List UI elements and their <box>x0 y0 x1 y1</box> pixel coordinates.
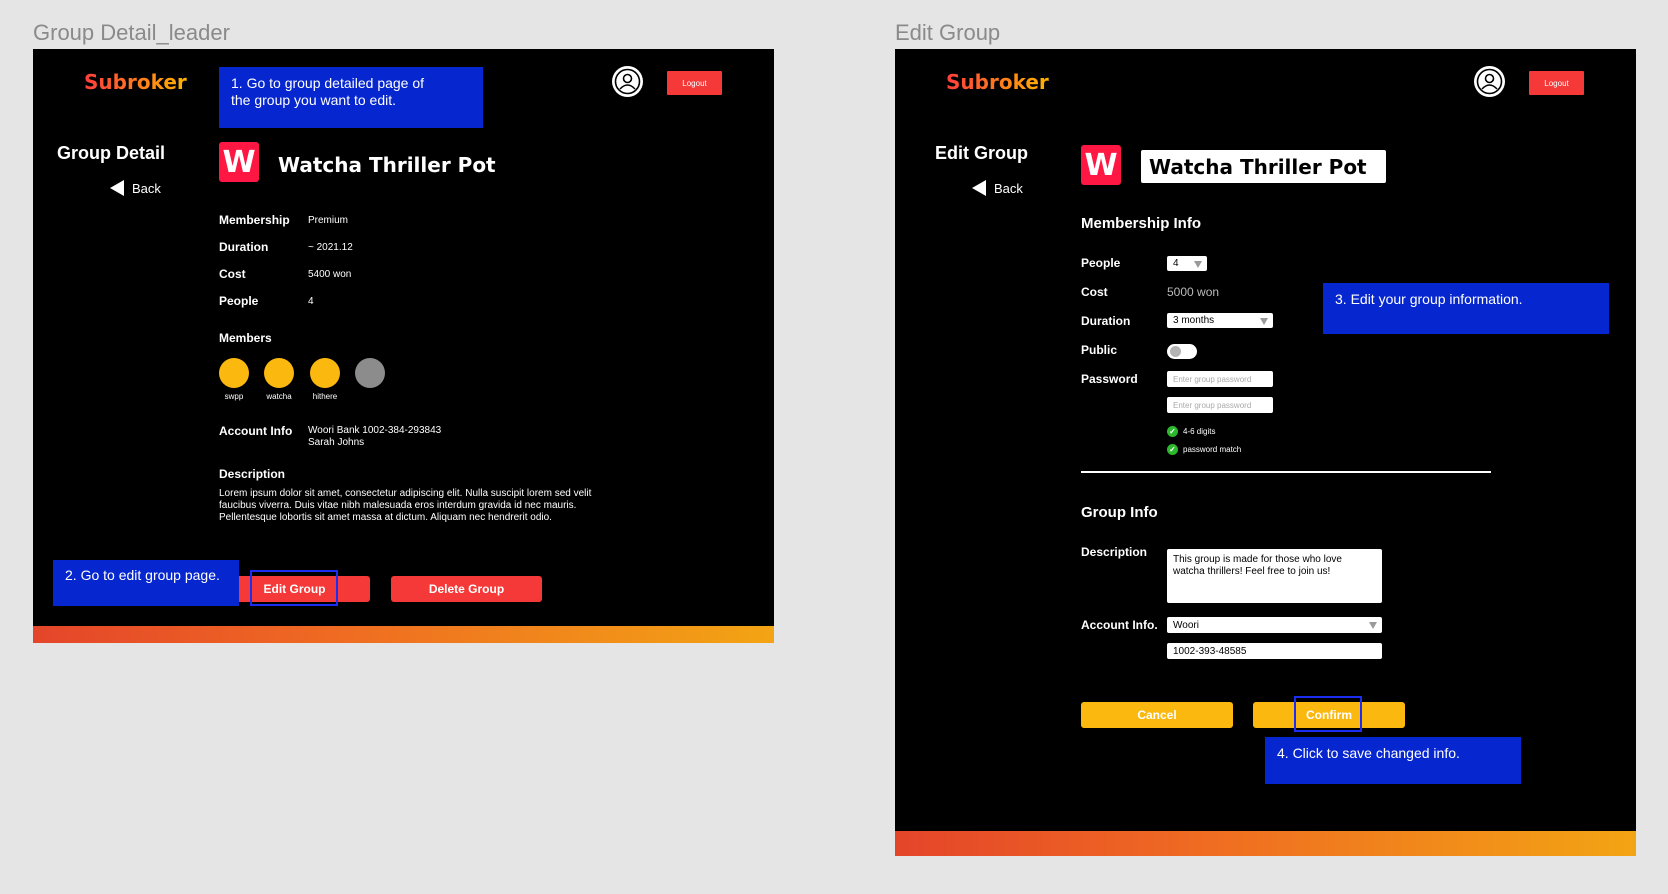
account-info-label: Account Info. <box>1081 618 1158 632</box>
chevron-down-icon <box>1260 317 1268 325</box>
group-detail-frame: Subroker Logout Group Detail Back W Watc… <box>33 49 774 643</box>
tutorial-note-1: 1. Go to group detailed page of the grou… <box>219 67 483 128</box>
page-title: Group Detail <box>57 143 166 163</box>
edit-group-highlight <box>250 570 338 606</box>
member-avatar[interactable] <box>310 358 340 388</box>
back-label: Back <box>132 180 161 196</box>
people-select[interactable]: 4 <box>1167 256 1207 271</box>
back-button[interactable]: Back <box>110 180 161 196</box>
edit-group-frame: Subroker Logout Edit Group Back W Watcha… <box>895 49 1636 856</box>
frame-title-edit-group: Edit Group <box>895 20 1001 45</box>
page-title: Edit Group <box>935 143 1028 163</box>
group-name-input[interactable]: Watcha Thriller Pot <box>1141 150 1386 183</box>
membership-label: Membership <box>219 213 290 227</box>
logo[interactable]: Subroker <box>946 70 1049 94</box>
password-rule-digits: ✓ 4-6 digits <box>1167 426 1215 437</box>
watcha-app-icon: W <box>219 142 259 182</box>
account-holder: Sarah Johns <box>308 437 365 448</box>
password-input[interactable]: Enter group password <box>1167 371 1273 387</box>
public-toggle[interactable] <box>1167 344 1197 359</box>
description-label: Description <box>219 467 286 481</box>
duration-select-value: 3 months <box>1173 315 1215 326</box>
password-rule-match-label: password match <box>1183 445 1242 454</box>
password-confirm-input[interactable]: Enter group password <box>1167 397 1273 413</box>
profile-icon[interactable] <box>1474 66 1505 97</box>
check-icon: ✓ <box>1167 444 1178 455</box>
check-icon: ✓ <box>1167 426 1178 437</box>
account-bank-number: Woori Bank 1002-384-293843 <box>308 425 442 436</box>
logout-button[interactable]: Logout <box>667 71 722 95</box>
duration-select[interactable]: 3 months <box>1167 313 1273 328</box>
member-name: hithere <box>312 392 338 401</box>
account-info-label: Account Info <box>219 424 293 438</box>
section-divider <box>1081 471 1491 473</box>
footer-gradient-bar <box>895 831 1636 856</box>
toggle-knob <box>1170 346 1181 357</box>
profile-icon[interactable] <box>612 66 643 97</box>
membership-value: Premium <box>308 215 349 226</box>
people-value: 4 <box>308 296 314 307</box>
group-info-heading: Group Info <box>1081 504 1158 521</box>
chevron-down-icon <box>1369 622 1377 629</box>
frame-title-group-detail: Group Detail_leader <box>33 20 230 45</box>
member-avatar[interactable] <box>219 358 249 388</box>
group-name: Watcha Thriller Pot <box>278 153 496 177</box>
delete-group-button[interactable]: Delete Group <box>391 576 542 602</box>
description-label: Description <box>1081 545 1148 559</box>
member-avatar[interactable] <box>264 358 294 388</box>
back-arrow-icon <box>972 180 986 196</box>
public-label: Public <box>1081 343 1118 357</box>
footer-gradient-bar <box>33 626 774 643</box>
tutorial-note-2: 2. Go to edit group page. <box>53 560 239 606</box>
member-avatar-empty[interactable] <box>355 358 385 388</box>
logout-button[interactable]: Logout <box>1529 71 1584 95</box>
cost-value: 5000 won <box>1167 285 1220 299</box>
account-number-input[interactable]: 1002-393-48585 <box>1167 643 1382 659</box>
back-arrow-icon <box>110 180 124 196</box>
description-text: Lorem ipsum dolor sit amet, consectetur … <box>219 488 592 523</box>
back-label: Back <box>994 180 1023 196</box>
tutorial-note-4: 4. Click to save changed info. <box>1265 737 1521 784</box>
password-rule-match: ✓ password match <box>1167 444 1241 455</box>
watcha-app-icon: W <box>1081 145 1121 185</box>
membership-info-heading: Membership Info <box>1081 215 1202 232</box>
cost-label: Cost <box>1081 285 1108 299</box>
bank-select-value: Woori <box>1173 619 1199 631</box>
duration-label: Duration <box>1081 314 1131 328</box>
duration-value: ~ 2021.12 <box>308 242 353 253</box>
cost-value: 5400 won <box>308 269 352 280</box>
cost-label: Cost <box>219 267 246 281</box>
duration-label: Duration <box>219 240 269 254</box>
back-button[interactable]: Back <box>972 180 1023 196</box>
bank-select[interactable]: Woori <box>1167 617 1382 633</box>
password-rule-digits-label: 4-6 digits <box>1183 427 1216 436</box>
people-label: People <box>219 294 259 308</box>
confirm-highlight <box>1294 696 1362 732</box>
members-label: Members <box>219 331 272 345</box>
member-name: watcha <box>266 392 292 401</box>
description-textarea[interactable]: This group is made for those who love wa… <box>1167 549 1382 603</box>
cancel-button[interactable]: Cancel <box>1081 702 1233 728</box>
member-name: swpp <box>224 392 244 401</box>
people-select-value: 4 <box>1173 258 1179 269</box>
password-label: Password <box>1081 372 1138 386</box>
tutorial-note-3: 3. Edit your group information. <box>1323 283 1609 334</box>
people-label: People <box>1081 256 1121 270</box>
chevron-down-icon <box>1194 260 1202 268</box>
logo[interactable]: Subroker <box>84 70 187 94</box>
